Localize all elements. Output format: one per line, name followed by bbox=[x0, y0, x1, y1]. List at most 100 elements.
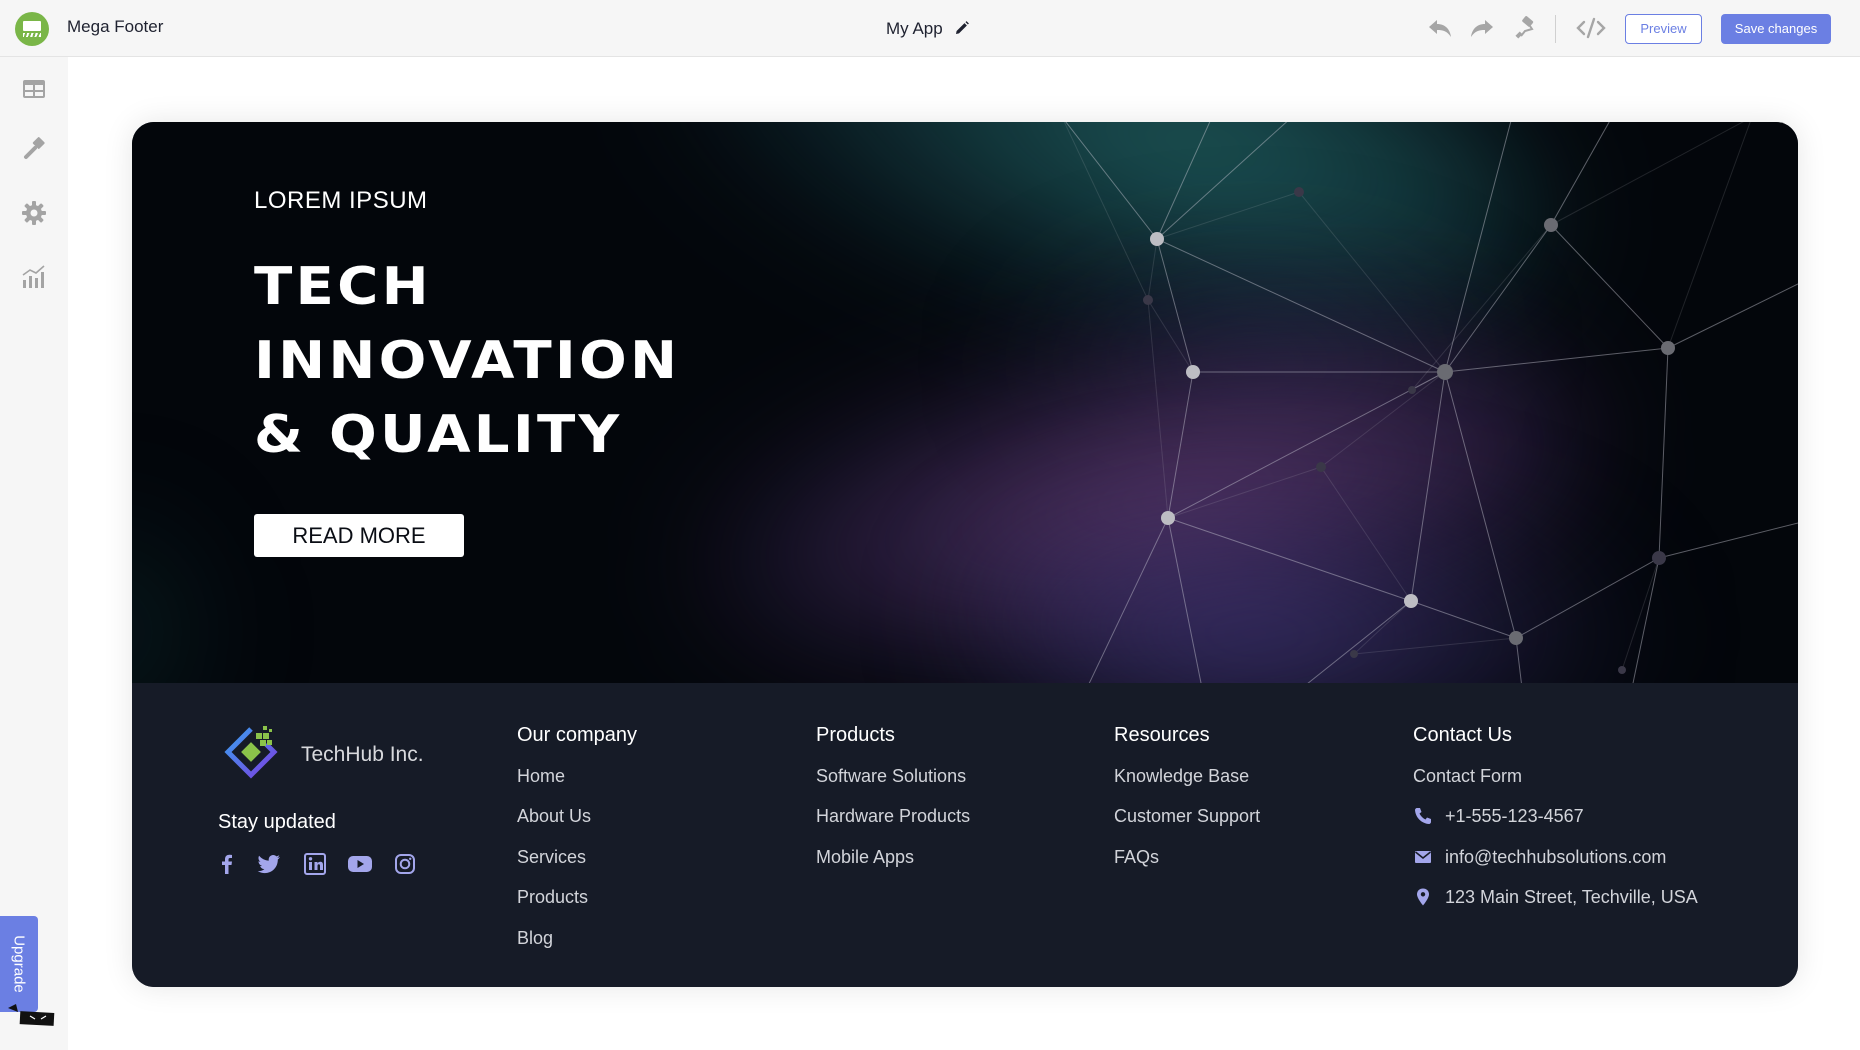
sidebar: Upgrade bbox=[0, 57, 68, 1050]
network-node bbox=[1404, 594, 1418, 608]
widget-name: Mega Footer bbox=[67, 17, 164, 36]
network-edge bbox=[1515, 557, 1660, 639]
upgrade-button[interactable]: Upgrade bbox=[0, 916, 38, 1012]
network-edge-faint bbox=[1320, 466, 1412, 602]
footer-column-products: Products Software Solutions Hardware Pro… bbox=[816, 721, 970, 871]
headline-line: & QUALITY bbox=[254, 405, 623, 465]
phone-icon bbox=[1415, 808, 1431, 824]
phone-number: +1-555-123-4567 bbox=[1445, 806, 1584, 826]
save-changes-button[interactable]: Save changes bbox=[1721, 14, 1831, 44]
mega-footer-widget: LOREM IPSUM TECH INNOVATION & QUALITY RE… bbox=[132, 122, 1798, 987]
network-edge bbox=[1444, 347, 1669, 373]
network-edge bbox=[1167, 371, 1194, 519]
footer-link[interactable]: Software Solutions bbox=[816, 762, 970, 790]
network-node bbox=[1437, 364, 1453, 380]
read-more-button[interactable]: READ MORE bbox=[254, 514, 464, 557]
envelope-icon bbox=[1415, 850, 1431, 863]
network-edge bbox=[1065, 122, 1158, 240]
facebook-icon[interactable] bbox=[214, 851, 240, 877]
network-edge bbox=[1167, 517, 1202, 683]
network-edge bbox=[1167, 517, 1412, 602]
footer-link[interactable]: Hardware Products bbox=[816, 802, 970, 830]
footer-link[interactable]: Services bbox=[517, 843, 637, 871]
youtube-icon[interactable] bbox=[346, 851, 374, 877]
footer-link[interactable]: FAQs bbox=[1114, 843, 1260, 871]
network-edge-faint bbox=[1156, 191, 1300, 240]
bar-chart-icon[interactable] bbox=[20, 263, 48, 291]
column-title: Our company bbox=[517, 724, 638, 746]
network-edge-faint bbox=[1147, 238, 1158, 301]
network-edge-faint bbox=[1353, 600, 1412, 655]
redo-icon[interactable] bbox=[1469, 16, 1495, 40]
network-edge bbox=[1156, 122, 1211, 240]
linkedin-icon[interactable] bbox=[302, 851, 328, 877]
network-node bbox=[1294, 187, 1304, 197]
network-edge bbox=[1410, 600, 1517, 639]
twitter-icon[interactable] bbox=[256, 851, 282, 877]
techhub-logo-icon bbox=[224, 726, 278, 779]
network-edge bbox=[1667, 283, 1798, 349]
app-title[interactable]: My App bbox=[886, 19, 943, 39]
hero-eyebrow: LOREM IPSUM bbox=[254, 187, 428, 214]
top-bar: Mega Footer My App Preview Save changes bbox=[0, 0, 1860, 57]
network-node bbox=[1350, 650, 1358, 658]
email-link[interactable]: info@techhubsolutions.com bbox=[1413, 843, 1698, 871]
network-node bbox=[1316, 462, 1326, 472]
network-edge-faint bbox=[1320, 371, 1446, 468]
network-edge bbox=[1307, 600, 1412, 683]
undo-icon[interactable] bbox=[1427, 16, 1453, 40]
network-edge bbox=[1156, 238, 1446, 373]
network-node bbox=[1509, 631, 1523, 645]
network-edge bbox=[1658, 522, 1798, 559]
footer-column-our-company: Our company Home About Us Services Produ… bbox=[517, 721, 637, 952]
upgrade-label: Upgrade bbox=[10, 935, 28, 993]
network-edge-faint bbox=[1550, 122, 1744, 226]
code-icon[interactable] bbox=[1575, 16, 1607, 40]
footer-link[interactable]: Home bbox=[517, 762, 637, 790]
street-address: 123 Main Street, Techville, USA bbox=[1445, 887, 1698, 907]
network-node bbox=[1150, 232, 1164, 246]
network-edge bbox=[1410, 371, 1446, 602]
hero-headline: TECH INNOVATION & QUALITY bbox=[254, 250, 680, 472]
column-title: Products bbox=[816, 724, 895, 746]
map-pin-icon bbox=[1417, 888, 1429, 906]
network-edge bbox=[1156, 238, 1194, 373]
paint-roller-icon[interactable] bbox=[1511, 16, 1537, 40]
table-layout-icon[interactable] bbox=[20, 75, 48, 103]
network-node bbox=[1161, 511, 1175, 525]
edit-pencil-icon[interactable] bbox=[955, 21, 969, 35]
address-link[interactable]: 123 Main Street, Techville, USA bbox=[1413, 883, 1698, 911]
brand-name: TechHub Inc. bbox=[301, 743, 424, 766]
toolbar-divider bbox=[1555, 15, 1556, 43]
headline-line: TECH bbox=[254, 257, 432, 317]
paintbrush-icon[interactable] bbox=[20, 135, 48, 163]
network-edge-faint bbox=[1298, 191, 1446, 373]
footer-link[interactable]: Mobile Apps bbox=[816, 843, 970, 871]
network-edge bbox=[1444, 224, 1552, 373]
footer-column-contact: Contact Us Contact Form +1-555-123-4567 … bbox=[1413, 721, 1698, 911]
phone-link[interactable]: +1-555-123-4567 bbox=[1413, 802, 1698, 830]
hero-section: LOREM IPSUM TECH INNOVATION & QUALITY RE… bbox=[132, 122, 1798, 683]
preview-button[interactable]: Preview bbox=[1625, 14, 1702, 44]
footer-link[interactable]: Customer Support bbox=[1114, 802, 1260, 830]
contact-form-link[interactable]: Contact Form bbox=[1413, 762, 1698, 790]
footer-section: TechHub Inc. Stay updated Our company Ho… bbox=[132, 683, 1798, 987]
network-node bbox=[1618, 666, 1626, 674]
footer-link[interactable]: About Us bbox=[517, 802, 637, 830]
network-node bbox=[1408, 386, 1416, 394]
network-node bbox=[1143, 295, 1153, 305]
instagram-icon[interactable] bbox=[392, 851, 418, 877]
network-edge-faint bbox=[1147, 299, 1169, 519]
footer-link[interactable]: Blog bbox=[517, 924, 637, 952]
footer-link[interactable]: Knowledge Base bbox=[1114, 762, 1260, 790]
network-edge bbox=[1088, 517, 1169, 683]
network-edge-faint bbox=[1411, 224, 1552, 391]
gear-icon[interactable] bbox=[20, 199, 48, 227]
network-node bbox=[1652, 551, 1666, 565]
network-edge-faint bbox=[1147, 299, 1194, 373]
column-title: Contact Us bbox=[1413, 724, 1512, 746]
network-edge bbox=[1550, 122, 1610, 226]
footer-link[interactable]: Products bbox=[517, 883, 637, 911]
network-node bbox=[1186, 365, 1200, 379]
column-title: Resources bbox=[1114, 724, 1210, 746]
